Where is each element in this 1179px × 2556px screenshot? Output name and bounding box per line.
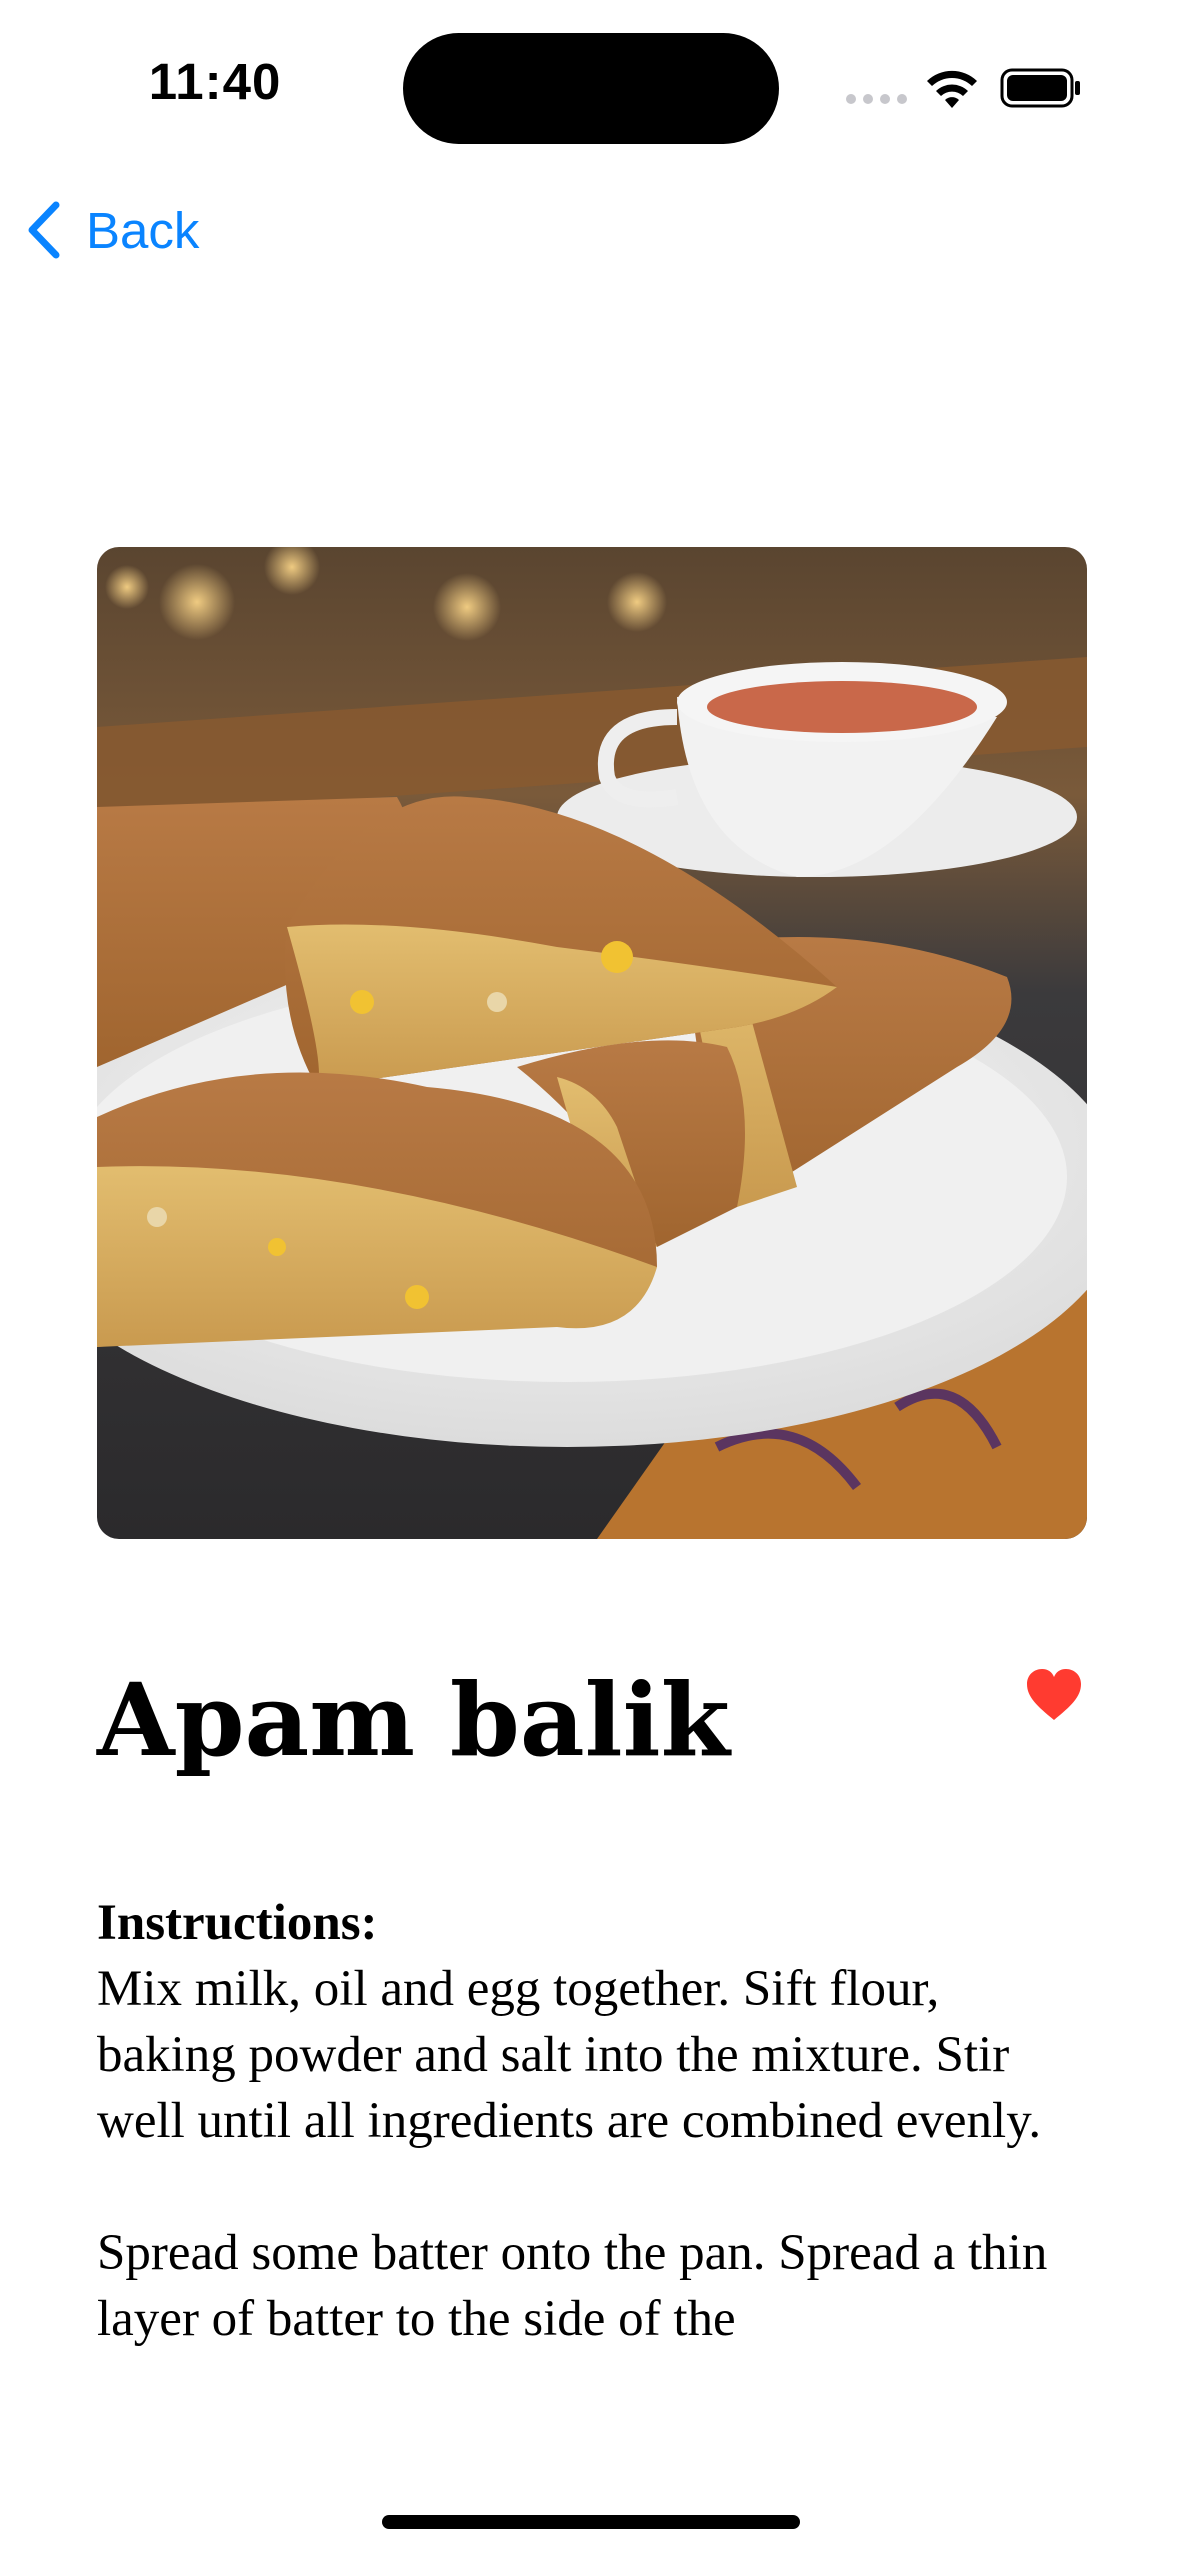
food-photo-icon [97, 547, 1087, 1539]
dynamic-island [403, 33, 779, 144]
wifi-icon [927, 70, 977, 108]
home-indicator[interactable] [382, 2515, 800, 2529]
instructions-heading: Instructions: [97, 1895, 378, 1951]
chevron-left-icon [28, 201, 60, 259]
instructions-text: Mix milk, oil and egg together. Sift flo… [97, 1961, 1048, 2347]
battery-icon [1000, 68, 1080, 108]
recipe-image [97, 547, 1087, 1539]
back-button[interactable]: Back [24, 195, 199, 265]
instructions-section: Instructions: Mix milk, oil and egg toge… [97, 1890, 1087, 2352]
cellular-signal-icon [846, 94, 907, 104]
back-label: Back [86, 201, 200, 259]
status-time: 11:40 [148, 53, 282, 110]
recipe-title: Apam balik [97, 1661, 730, 1779]
heart-icon[interactable] [1025, 1668, 1083, 1722]
status-bar: 11:40 [0, 0, 1179, 170]
